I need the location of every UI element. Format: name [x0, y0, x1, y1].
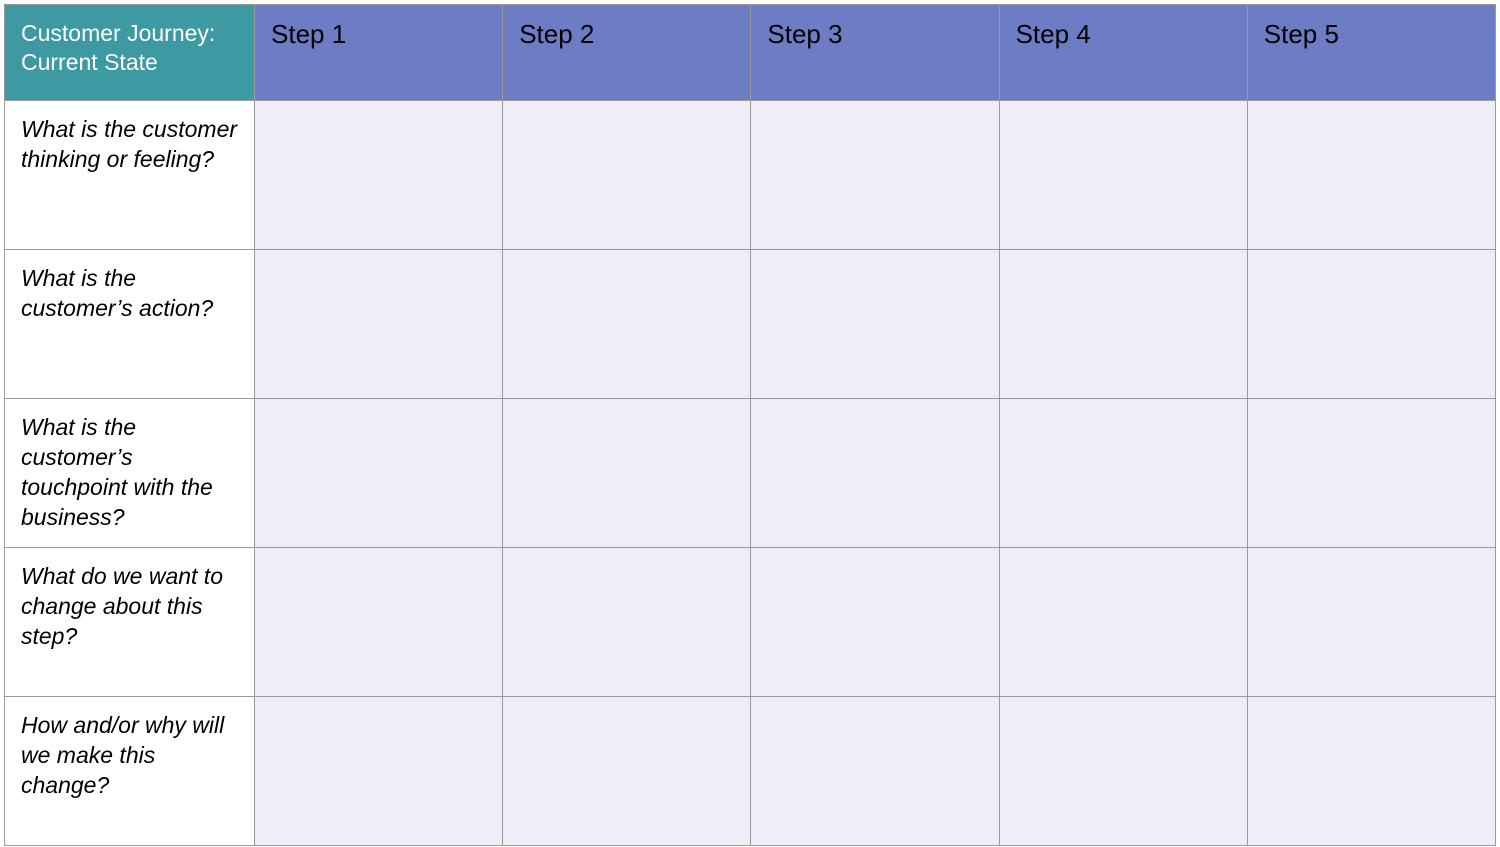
header-row: Customer Journey: Current State Step 1 S… — [5, 5, 1496, 101]
cell — [255, 250, 503, 399]
cell — [999, 250, 1247, 399]
cell — [999, 399, 1247, 548]
row-label: What is the customer thinking or feeling… — [5, 101, 255, 250]
cell — [1247, 250, 1495, 399]
cell — [503, 101, 751, 250]
cell — [503, 548, 751, 697]
cell — [751, 101, 999, 250]
table-row: What do we want to change about this ste… — [5, 548, 1496, 697]
column-header-step-2: Step 2 — [503, 5, 751, 101]
cell — [255, 101, 503, 250]
cell — [999, 548, 1247, 697]
cell — [503, 697, 751, 846]
corner-cell: Customer Journey: Current State — [5, 5, 255, 101]
table-row: What is the customer’s touchpoint with t… — [5, 399, 1496, 548]
column-header-step-4: Step 4 — [999, 5, 1247, 101]
cell — [1247, 548, 1495, 697]
cell — [503, 250, 751, 399]
table-row: How and/or why will we make this change? — [5, 697, 1496, 846]
cell — [1247, 697, 1495, 846]
cell — [503, 399, 751, 548]
table-row: What is the customer thinking or feeling… — [5, 101, 1496, 250]
cell — [999, 101, 1247, 250]
cell — [751, 697, 999, 846]
row-label: What is the customer’s action? — [5, 250, 255, 399]
customer-journey-table: Customer Journey: Current State Step 1 S… — [4, 4, 1496, 846]
cell — [255, 399, 503, 548]
cell — [999, 697, 1247, 846]
table-row: What is the customer’s action? — [5, 250, 1496, 399]
column-header-step-3: Step 3 — [751, 5, 999, 101]
column-header-step-5: Step 5 — [1247, 5, 1495, 101]
cell — [751, 250, 999, 399]
cell — [1247, 101, 1495, 250]
row-label: What is the customer’s touchpoint with t… — [5, 399, 255, 548]
cell — [1247, 399, 1495, 548]
cell — [255, 697, 503, 846]
row-label: How and/or why will we make this change? — [5, 697, 255, 846]
cell — [751, 548, 999, 697]
cell — [255, 548, 503, 697]
cell — [751, 399, 999, 548]
row-label: What do we want to change about this ste… — [5, 548, 255, 697]
column-header-step-1: Step 1 — [255, 5, 503, 101]
